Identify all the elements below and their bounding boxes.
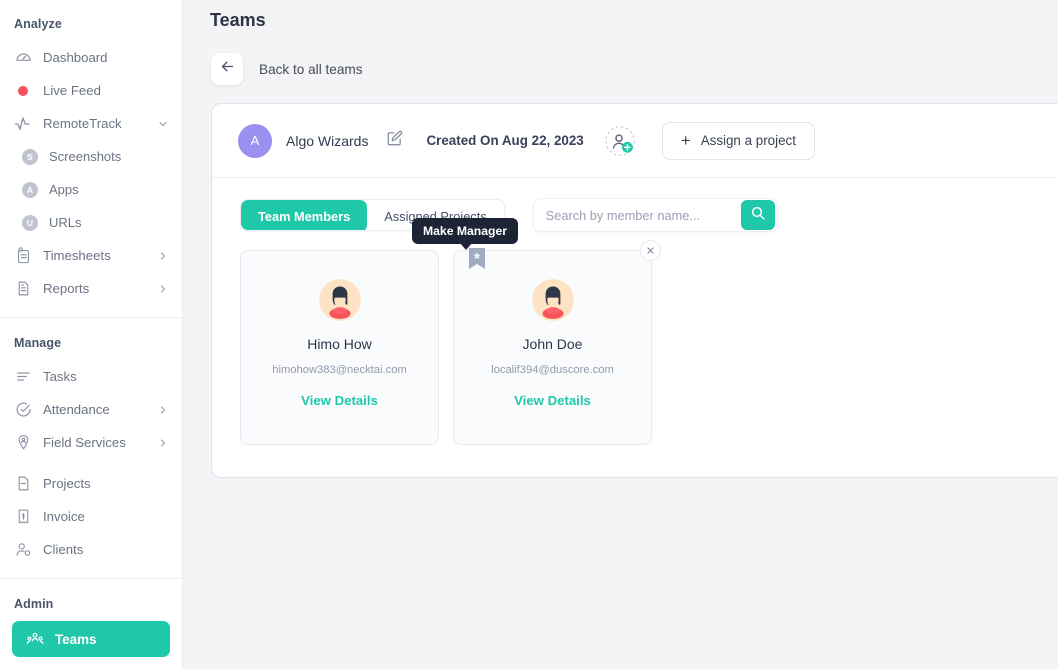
- projects-icon: [14, 475, 32, 493]
- sidebar-item-reports[interactable]: Reports: [0, 272, 182, 305]
- invoice-icon: [14, 508, 32, 526]
- chevron-right-icon[interactable]: [156, 403, 170, 417]
- edit-team-button[interactable]: [384, 130, 404, 152]
- sidebar-item-label: Apps: [49, 182, 79, 197]
- app-root: Analyze Dashboard Live Feed RemoteTrack …: [0, 0, 1058, 669]
- sidebar-item-live-feed[interactable]: Live Feed: [0, 74, 182, 107]
- make-manager-button[interactable]: [469, 248, 485, 270]
- team-body: Team Members Assigned Projects Search by…: [212, 178, 1058, 471]
- sidebar-section-manage: Manage: [14, 336, 62, 350]
- remove-member-button[interactable]: [640, 240, 661, 261]
- view-details-link[interactable]: View Details: [301, 393, 378, 408]
- sidebar-item-teams[interactable]: Teams: [12, 621, 170, 657]
- sidebar-section-analyze: Analyze: [14, 17, 62, 31]
- sidebar-item-projects[interactable]: Projects: [0, 467, 182, 500]
- report-icon: [14, 280, 32, 298]
- member-email: himohow383@necktai.com: [272, 364, 407, 376]
- sidebar-item-urls[interactable]: U URLs: [0, 206, 182, 239]
- created-on-text: Created On Aug 22, 2023: [426, 133, 584, 148]
- search-button[interactable]: [740, 200, 775, 230]
- sidebar-item-apps[interactable]: A Apps: [0, 173, 182, 206]
- sidebar-item-label: Clients: [43, 542, 84, 557]
- assign-project-button[interactable]: + Assign a project: [661, 121, 815, 160]
- sidebar-item-label: URLs: [49, 215, 82, 230]
- sidebar-item-timesheets[interactable]: Timesheets: [0, 239, 182, 272]
- team-detail-panel: A Algo Wizards Created On Aug 22, 2023 +…: [211, 103, 1058, 478]
- sidebar-item-label: Teams: [55, 631, 97, 647]
- s-circle-icon: S: [22, 148, 38, 165]
- controls-row: Team Members Assigned Projects: [240, 198, 1058, 232]
- add-member-icon: [604, 125, 636, 161]
- page-title: Teams: [210, 10, 266, 30]
- sidebar-item-label: Field Services: [43, 435, 126, 450]
- plus-icon: +: [680, 131, 691, 150]
- back-to-all-teams-link[interactable]: Back to all teams: [259, 62, 363, 77]
- sidebar-item-label: Tasks: [43, 369, 77, 384]
- sidebar-item-clients[interactable]: Clients: [0, 533, 182, 566]
- teams-icon: [26, 630, 44, 648]
- sidebar-item-dashboard[interactable]: Dashboard: [0, 41, 182, 74]
- chevron-right-icon[interactable]: [156, 436, 170, 450]
- sidebar-item-label: Timesheets: [43, 248, 111, 263]
- sidebar-item-label: RemoteTrack: [43, 116, 122, 131]
- sidebar: Analyze Dashboard Live Feed RemoteTrack …: [0, 0, 183, 669]
- edit-pencil-icon: [386, 130, 403, 152]
- sidebar-item-label: Dashboard: [43, 50, 108, 65]
- person-avatar-icon: [531, 279, 574, 321]
- member-card[interactable]: Make Manager John Doe localif394@duscore…: [412, 218, 661, 445]
- back-button[interactable]: [211, 53, 243, 85]
- attendance-icon: [14, 401, 32, 419]
- sidebar-item-label: Projects: [43, 476, 91, 491]
- team-header-row: A Algo Wizards Created On Aug 22, 2023 +…: [212, 104, 1058, 178]
- sidebar-item-field-services[interactable]: Field Services: [0, 426, 182, 459]
- arrow-left-icon: [219, 58, 236, 80]
- team-name: Algo Wizards: [286, 132, 369, 149]
- sidebar-item-label: Invoice: [43, 509, 85, 524]
- sidebar-item-invoice[interactable]: Invoice: [0, 500, 182, 533]
- chevron-down-icon[interactable]: [156, 117, 170, 131]
- search-icon: [750, 205, 766, 226]
- search-bar: [532, 198, 778, 232]
- sidebar-item-label: Reports: [43, 281, 90, 296]
- live-dot-icon: [14, 82, 32, 100]
- u-circle-icon: U: [22, 214, 38, 231]
- sidebar-item-label: Attendance: [43, 402, 110, 417]
- activity-icon: [14, 115, 32, 133]
- clients-icon: [14, 541, 32, 559]
- tasks-icon: [14, 368, 32, 386]
- add-member-button[interactable]: [604, 125, 636, 157]
- member-name: John Doe: [522, 336, 583, 352]
- a-circle-icon: A: [22, 181, 38, 198]
- sidebar-item-remotetrack[interactable]: RemoteTrack: [0, 107, 182, 140]
- view-details-link[interactable]: View Details: [514, 393, 591, 408]
- tab-team-members[interactable]: Team Members: [241, 200, 368, 230]
- sidebar-item-label: Screenshots: [49, 149, 122, 164]
- location-person-icon: [14, 434, 32, 452]
- timesheet-icon: [14, 247, 32, 265]
- sidebar-item-label: Live Feed: [43, 83, 101, 98]
- bookmark-star-icon: [469, 248, 485, 274]
- sidebar-section-admin: Admin: [14, 597, 54, 611]
- chevron-right-icon[interactable]: [156, 282, 170, 296]
- member-card-list: Himo How himohow383@necktai.com View Det…: [240, 218, 1058, 445]
- sidebar-item-tasks[interactable]: Tasks: [0, 360, 182, 393]
- gauge-icon: [14, 49, 32, 67]
- member-name: Himo How: [307, 336, 372, 352]
- main-content: Teams Back to all teams A Algo Wizards C…: [183, 0, 1058, 669]
- chevron-right-icon[interactable]: [156, 249, 170, 263]
- team-avatar: A: [238, 123, 272, 158]
- assign-project-label: Assign a project: [700, 133, 796, 148]
- sidebar-item-screenshots[interactable]: S Screenshots: [0, 140, 182, 173]
- sidebar-item-attendance[interactable]: Attendance: [0, 393, 182, 426]
- member-email: localif394@duscore.com: [491, 364, 614, 376]
- member-card[interactable]: Himo How himohow383@necktai.com View Det…: [240, 250, 439, 445]
- close-icon: [646, 242, 655, 260]
- make-manager-tooltip: Make Manager: [412, 218, 518, 250]
- back-row: Back to all teams: [183, 31, 1058, 85]
- search-input[interactable]: [533, 199, 741, 231]
- person-avatar-icon: [318, 279, 361, 321]
